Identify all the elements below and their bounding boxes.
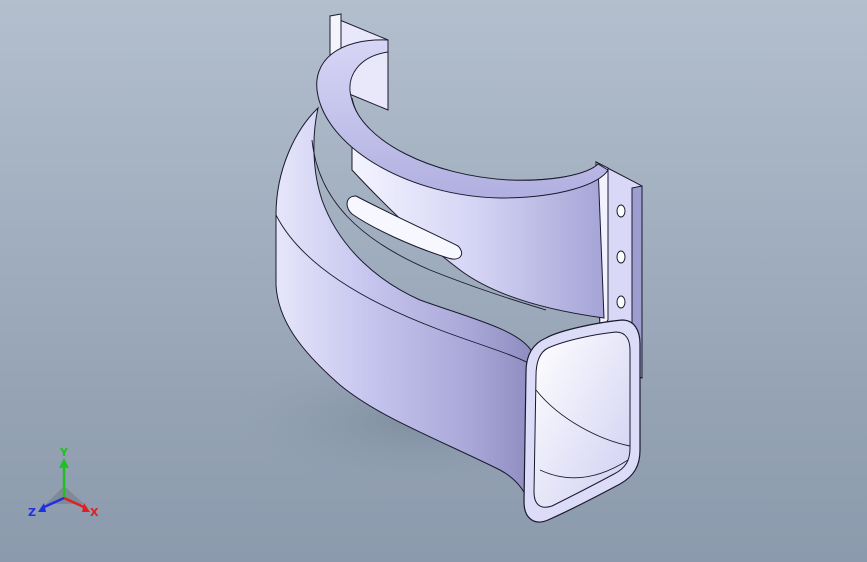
mount-hole-2 (616, 250, 626, 264)
x-axis-label: X (90, 506, 99, 519)
y-axis-arrow (59, 458, 69, 468)
mount-hole-3 (616, 295, 626, 309)
z-axis-arrow (38, 503, 46, 512)
mount-hole-1 (616, 204, 626, 218)
z-axis-label: Z (28, 506, 36, 519)
y-axis-label: Y (59, 446, 69, 459)
graphics-viewport[interactable]: Y X Z (0, 0, 867, 562)
reference-triad[interactable]: Y X Z (24, 446, 108, 522)
x-axis-arrow (82, 503, 90, 512)
3d-model-view[interactable] (0, 0, 867, 562)
